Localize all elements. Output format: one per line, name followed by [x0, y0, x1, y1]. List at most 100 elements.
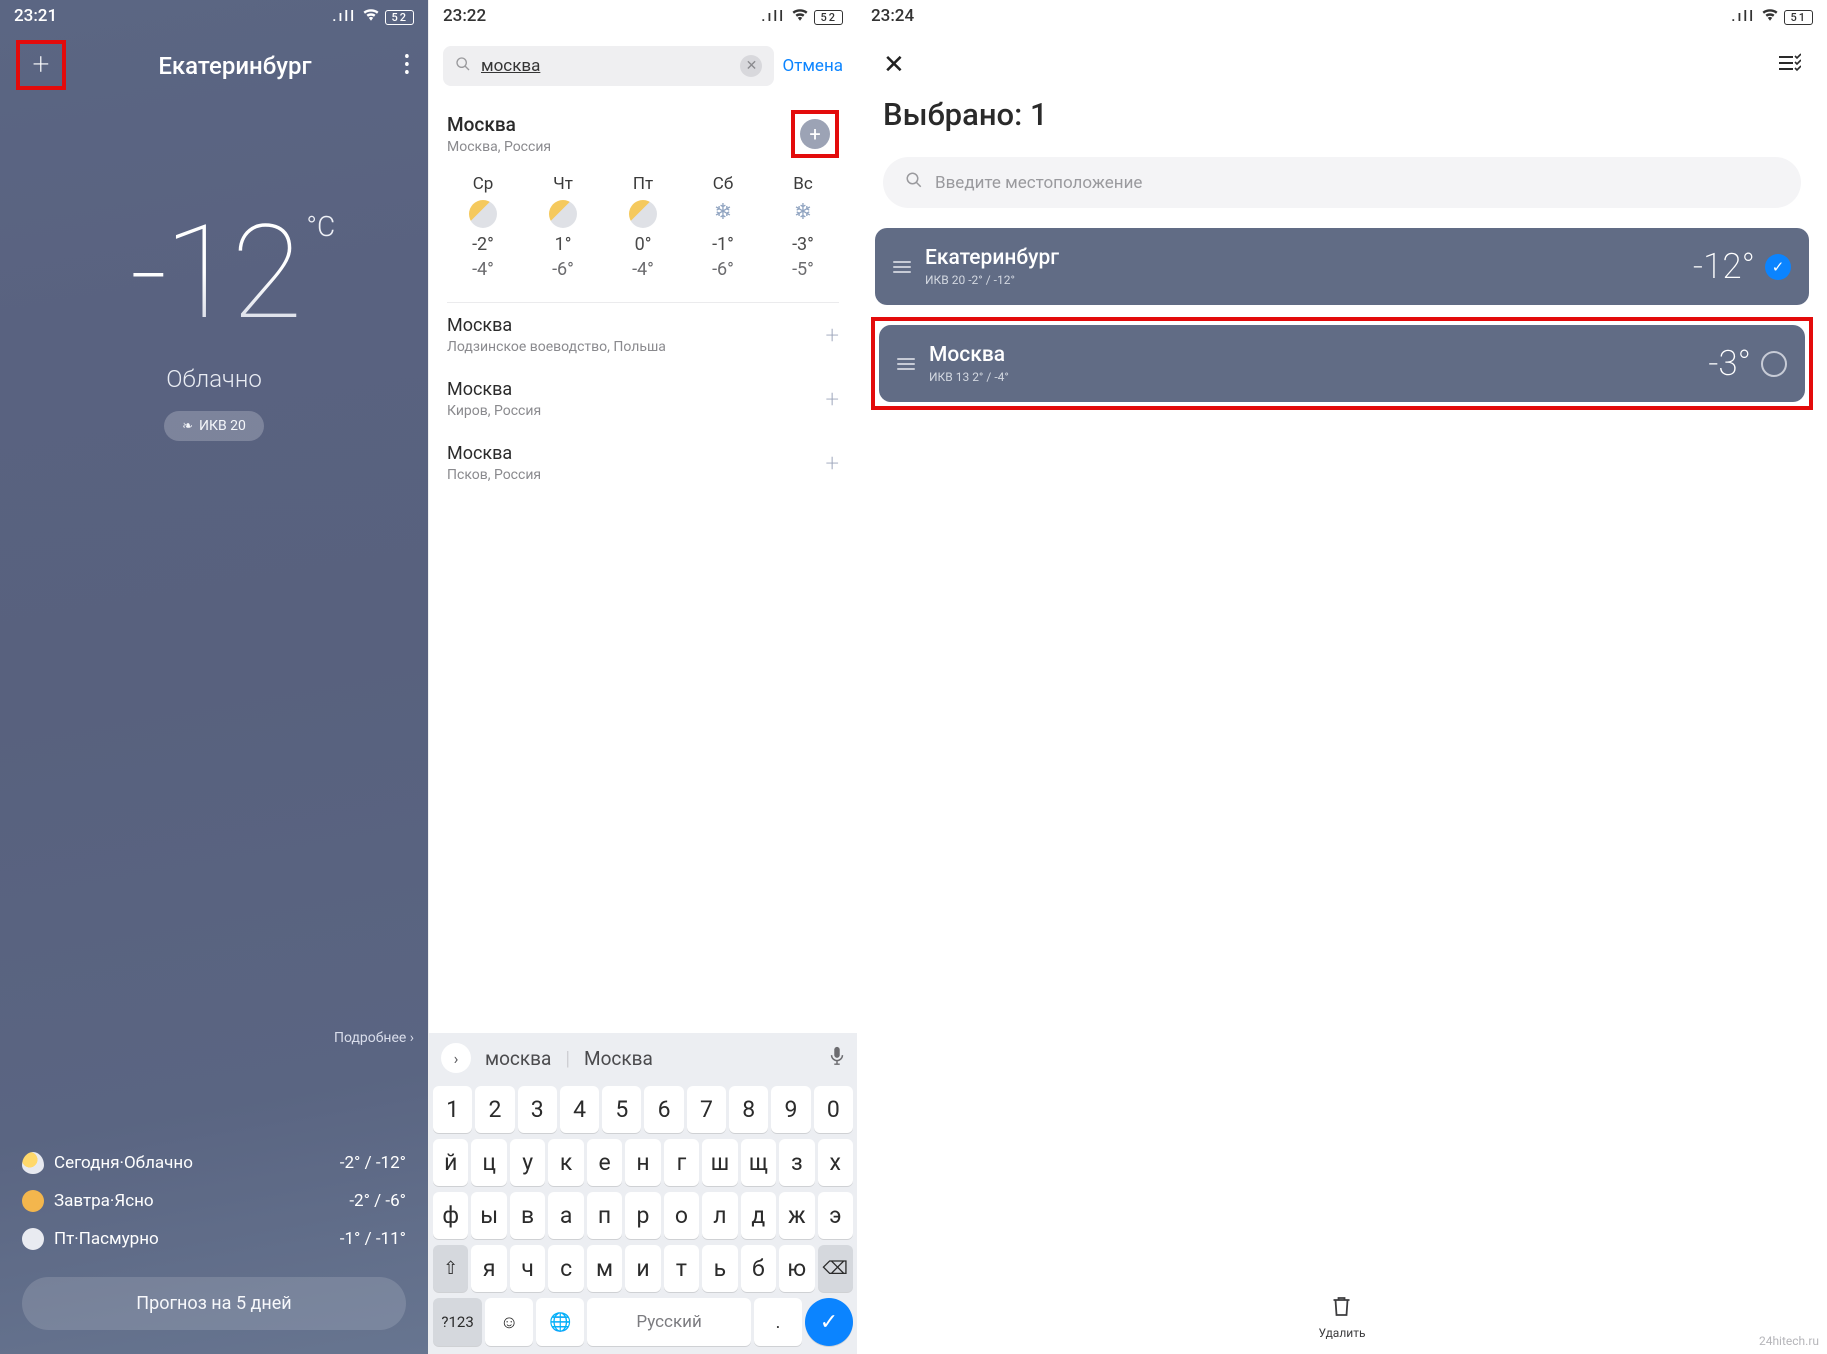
- key[interactable]: ч: [510, 1245, 545, 1292]
- globe-key[interactable]: 🌐: [536, 1298, 584, 1346]
- checkbox-unchecked[interactable]: [1761, 351, 1787, 377]
- card-city: Екатеринбург: [925, 246, 1059, 270]
- period-key[interactable]: .: [754, 1298, 802, 1346]
- alt-result[interactable]: МоскваЛодзинское воеводство, Польша +: [429, 303, 857, 367]
- key[interactable]: й: [433, 1139, 468, 1186]
- keyboard-row: ⇧ячсмитьбю⌫: [429, 1242, 857, 1295]
- key[interactable]: 5: [602, 1086, 641, 1133]
- key[interactable]: ы: [471, 1192, 506, 1239]
- add-button[interactable]: +: [825, 321, 839, 349]
- more-button[interactable]: •••: [404, 54, 410, 78]
- expand-icon[interactable]: ›: [441, 1043, 471, 1073]
- key[interactable]: п: [587, 1192, 622, 1239]
- key[interactable]: ь: [702, 1245, 737, 1292]
- wifi-icon: [1761, 7, 1779, 25]
- result-title: Москва: [447, 315, 666, 336]
- city-card[interactable]: Москва ИКВ 13 2° / -4° -3°: [879, 325, 1805, 402]
- select-all-icon[interactable]: [1777, 53, 1801, 78]
- key[interactable]: э: [818, 1192, 853, 1239]
- key[interactable]: 8: [729, 1086, 768, 1133]
- key[interactable]: 4: [560, 1086, 599, 1133]
- key[interactable]: г: [664, 1139, 699, 1186]
- key[interactable]: 7: [687, 1086, 726, 1133]
- add-primary-city-button[interactable]: +: [791, 110, 839, 158]
- key[interactable]: т: [664, 1245, 699, 1292]
- add-button[interactable]: +: [825, 385, 839, 413]
- five-day-row: Ср-2°-4° Чт1°-6° Пт0°-4° Сб❄-1°-6° Вс❄-3…: [429, 164, 857, 294]
- wifi-icon: [791, 7, 809, 25]
- location-search-input[interactable]: Введите местоположение: [883, 157, 1801, 208]
- drag-handle-icon[interactable]: [897, 358, 915, 370]
- suggestion[interactable]: Москва: [584, 1047, 653, 1070]
- key[interactable]: л: [702, 1192, 737, 1239]
- status-icons: .ıll 51: [1731, 7, 1813, 25]
- emoji-key[interactable]: ☺: [485, 1298, 533, 1346]
- key[interactable]: х: [818, 1139, 853, 1186]
- key[interactable]: б: [741, 1245, 776, 1292]
- key[interactable]: 6: [644, 1086, 683, 1133]
- suggestion[interactable]: москва: [485, 1047, 551, 1070]
- status-bar: 23:21 .ıll 52: [0, 0, 428, 32]
- enter-key[interactable]: ✓: [805, 1298, 853, 1346]
- key[interactable]: 3: [518, 1086, 557, 1133]
- search-input[interactable]: москва ✕: [443, 46, 774, 86]
- key[interactable]: ж: [779, 1192, 814, 1239]
- key[interactable]: ш: [702, 1139, 737, 1186]
- key[interactable]: ц: [471, 1139, 506, 1186]
- key[interactable]: н: [625, 1139, 660, 1186]
- five-day-forecast-button[interactable]: Прогноз на 5 дней: [22, 1277, 406, 1330]
- key[interactable]: а: [548, 1192, 583, 1239]
- backspace-key[interactable]: ⌫: [818, 1245, 853, 1292]
- add-button[interactable]: +: [825, 449, 839, 477]
- clear-search-button[interactable]: ✕: [740, 55, 762, 77]
- weather-icon: [629, 200, 657, 228]
- details-link[interactable]: Подробнее ›: [334, 1030, 414, 1046]
- weather-icon: [549, 200, 577, 228]
- forecast-row[interactable]: Завтра·Ясно -2° / -6°: [22, 1182, 406, 1220]
- snow-icon: ❄: [709, 200, 737, 228]
- key[interactable]: щ: [741, 1139, 776, 1186]
- key[interactable]: к: [548, 1139, 583, 1186]
- forecast-range: -2° / -12°: [340, 1153, 406, 1173]
- temperature-unit: °C: [306, 210, 335, 243]
- key[interactable]: е: [587, 1139, 622, 1186]
- key[interactable]: ю: [779, 1245, 814, 1292]
- status-time: 23:22: [443, 6, 486, 26]
- shift-key[interactable]: ⇧: [433, 1245, 468, 1292]
- keyboard: › москва | Москва 1234567890 йцукенгшщзх…: [429, 1033, 857, 1354]
- key[interactable]: 9: [771, 1086, 810, 1133]
- key[interactable]: у: [510, 1139, 545, 1186]
- key[interactable]: р: [625, 1192, 660, 1239]
- key[interactable]: о: [664, 1192, 699, 1239]
- key[interactable]: м: [587, 1245, 622, 1292]
- checkbox-checked[interactable]: ✓: [1765, 254, 1791, 280]
- key[interactable]: ф: [433, 1192, 468, 1239]
- key[interactable]: с: [548, 1245, 583, 1292]
- key[interactable]: 2: [475, 1086, 514, 1133]
- city-card[interactable]: Екатеринбург ИКВ 20 -2° / -12° -12° ✓: [875, 228, 1809, 305]
- result-subtitle: Киров, Россия: [447, 403, 541, 419]
- aqi-badge[interactable]: ❧ ИКВ 20: [164, 411, 264, 441]
- mic-icon[interactable]: [829, 1046, 845, 1071]
- key[interactable]: и: [625, 1245, 660, 1292]
- alt-result[interactable]: Москва Киров, Россия +: [429, 367, 857, 431]
- key[interactable]: я: [471, 1245, 506, 1292]
- key[interactable]: 0: [814, 1086, 853, 1133]
- add-city-button[interactable]: +: [16, 40, 66, 90]
- cancel-button[interactable]: Отмена: [782, 56, 843, 76]
- forecast-row[interactable]: Пт·Пасмурно -1° / -11°: [22, 1220, 406, 1258]
- forecast-row[interactable]: Сегодня·Облачно -2° / -12°: [22, 1144, 406, 1182]
- key[interactable]: з: [779, 1139, 814, 1186]
- search-icon: [455, 56, 471, 76]
- alt-result[interactable]: МоскваПсков, Россия +: [429, 431, 857, 495]
- key[interactable]: в: [510, 1192, 545, 1239]
- city-title[interactable]: Екатеринбург: [158, 52, 311, 80]
- close-button[interactable]: ✕: [883, 50, 905, 80]
- delete-button[interactable]: Удалить: [1319, 1294, 1366, 1340]
- result-title: Москва: [447, 379, 541, 400]
- drag-handle-icon[interactable]: [893, 261, 911, 273]
- space-key[interactable]: Русский: [587, 1298, 751, 1346]
- key[interactable]: 1: [433, 1086, 472, 1133]
- numbers-key[interactable]: ?123: [433, 1298, 482, 1346]
- key[interactable]: д: [741, 1192, 776, 1239]
